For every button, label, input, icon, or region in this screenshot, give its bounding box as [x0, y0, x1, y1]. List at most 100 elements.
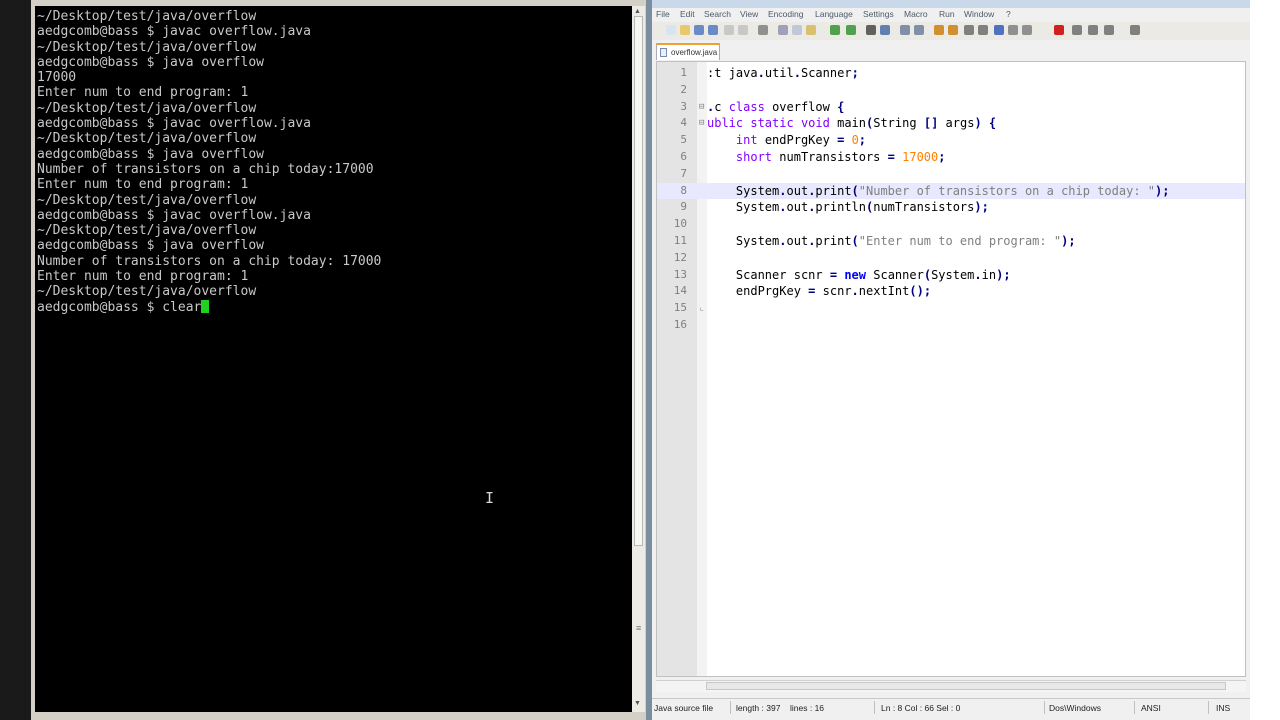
user-lang-icon[interactable] — [1008, 25, 1018, 35]
status-divider — [874, 701, 875, 714]
toolbar — [652, 22, 1250, 40]
horizontal-scroll-thumb[interactable] — [706, 682, 1226, 690]
line-number: 10 — [673, 217, 687, 231]
sync-vertical-icon[interactable] — [934, 25, 944, 35]
code-text: .c class overflow { — [707, 99, 845, 114]
print-icon[interactable] — [758, 25, 768, 35]
find-icon[interactable] — [866, 25, 876, 35]
tab-bar: overflow.java — [652, 43, 1250, 60]
line-number: 1 — [680, 66, 687, 79]
line-number: 2 — [680, 82, 687, 96]
terminal-line: Enter num to end program: 1 — [37, 85, 249, 101]
sync-horizontal-icon[interactable] — [948, 25, 958, 35]
indent-guide-icon[interactable] — [994, 25, 1004, 35]
code-text: endPrgKey = scnr.nextInt(); — [735, 284, 932, 299]
new-file-icon[interactable] — [666, 25, 676, 35]
menu-search[interactable]: Search — [704, 9, 731, 19]
menu-help[interactable]: ? — [1006, 9, 1011, 19]
menu-run[interactable]: Run — [939, 9, 955, 19]
line-number: 16 — [673, 317, 687, 331]
terminal-scrollbar[interactable]: ▲ ≡ ▼ — [632, 6, 645, 712]
terminal-window[interactable]: ~/Desktop/test/java/overflow aedgcomb@bas… — [31, 0, 646, 720]
tab-overflow-java[interactable]: overflow.java — [656, 43, 720, 60]
terminal-input[interactable]: clear — [162, 300, 201, 315]
code-editor[interactable]: 1:t java.util.Scanner; 2 3 ⊟ .c class overfl… — [656, 61, 1246, 677]
code-line[interactable]: 16 — [657, 317, 1245, 334]
redo-icon[interactable] — [846, 25, 856, 35]
zoom-in-icon[interactable] — [900, 25, 910, 35]
code-line[interactable]: 7 — [657, 166, 1245, 183]
terminal-screen[interactable]: ~/Desktop/test/java/overflow aedgcomb@bas… — [35, 6, 632, 712]
menu-view[interactable]: View — [740, 9, 758, 19]
menu-window[interactable]: Window — [964, 9, 994, 19]
terminal-line: ~/Desktop/test/java/overflow — [37, 131, 257, 147]
menu-edit[interactable]: Edit — [680, 9, 695, 19]
show-all-chars-icon[interactable] — [978, 25, 988, 35]
menu-language[interactable]: Language — [815, 9, 853, 19]
menu-settings[interactable]: Settings — [863, 9, 894, 19]
terminal-line: Enter num to end program: 1 — [37, 177, 249, 193]
stop-macro-icon[interactable] — [1072, 25, 1082, 35]
terminal-line: aedgcomb@bass $ java overflow — [37, 238, 264, 254]
record-macro-icon[interactable] — [1054, 25, 1064, 35]
editor-titlebar — [652, 0, 1250, 8]
code-line[interactable]: 11 System.out.print("Enter num to end pr… — [657, 233, 1245, 250]
code-line[interactable]: 2 — [657, 82, 1245, 99]
save-macro-icon[interactable] — [1130, 25, 1140, 35]
code-line[interactable]: 5 int endPrgKey = 0; — [657, 132, 1245, 149]
code-line[interactable]: 3 ⊟ .c class overflow { — [657, 99, 1245, 116]
close-all-icon[interactable] — [738, 25, 748, 35]
code-line[interactable]: 10 — [657, 216, 1245, 233]
save-icon[interactable] — [694, 25, 704, 35]
code-line[interactable]: 6 short numTransistors = 17000; — [657, 149, 1245, 166]
editor-window[interactable]: File Edit Search View Encoding Language Settin… — [652, 0, 1280, 720]
close-icon[interactable] — [724, 25, 734, 35]
menu-macro[interactable]: Macro — [904, 9, 928, 19]
code-line[interactable]: 12 — [657, 250, 1245, 267]
replace-icon[interactable] — [880, 25, 890, 35]
line-number: 7 — [680, 166, 687, 180]
paste-icon[interactable] — [806, 25, 816, 35]
menu-file[interactable]: File — [656, 9, 670, 19]
code-line[interactable]: 9 System.out.println(numTransistors); — [657, 199, 1245, 216]
status-file-type: Java source file — [654, 703, 714, 713]
terminal-line: Number of transistors on a chip today:17… — [37, 161, 374, 177]
undo-icon[interactable] — [830, 25, 840, 35]
terminal-line: aedgcomb@bass $ java overflow — [37, 54, 264, 70]
menu-encoding[interactable]: Encoding — [768, 9, 803, 19]
terminal-line: ~/Desktop/test/java/overflow — [37, 39, 257, 55]
code-lines: 1:t java.util.Scanner; 2 3 ⊟ .c class overfl… — [657, 65, 1245, 334]
save-all-icon[interactable] — [708, 25, 718, 35]
menu-bar: File Edit Search View Encoding Language Settin… — [652, 8, 1250, 22]
terminal-prompt-line[interactable]: aedgcomb@bass $ clear — [37, 299, 381, 315]
fold-toggle-icon[interactable]: ⊟ — [699, 99, 704, 116]
line-number: 5 — [680, 133, 687, 147]
play-macro-icon[interactable] — [1088, 25, 1098, 35]
scroll-up-icon[interactable]: ▲ — [634, 8, 641, 15]
code-line[interactable]: 15 ⌞ — [657, 300, 1245, 317]
horizontal-scrollbar[interactable] — [656, 680, 1246, 692]
terminal-scroll-thumb[interactable] — [634, 16, 643, 546]
terminal-line: ~/Desktop/test/java/overflow — [37, 9, 257, 24]
cut-icon[interactable] — [778, 25, 788, 35]
scroll-down-icon[interactable]: ▼ — [634, 700, 641, 707]
code-line[interactable]: 14 endPrgKey = scnr.nextInt(); — [657, 283, 1245, 300]
code-line[interactable]: 4 ⊟ ublic static void main(String [] args)… — [657, 115, 1245, 132]
fold-toggle-icon[interactable]: ⌞ — [699, 300, 704, 317]
zoom-out-icon[interactable] — [914, 25, 924, 35]
run-macro-icon[interactable] — [1104, 25, 1114, 35]
line-number: 11 — [673, 233, 687, 247]
status-lines: lines : 16 — [790, 703, 825, 713]
wrap-icon[interactable] — [964, 25, 974, 35]
copy-icon[interactable] — [792, 25, 802, 35]
code-line[interactable]: 13 Scanner scnr = new Scanner(System.in)… — [657, 267, 1245, 284]
code-text: System.out.println(numTransistors); — [735, 200, 989, 215]
code-line[interactable]: 1:t java.util.Scanner; — [657, 65, 1245, 82]
fold-toggle-icon[interactable]: ⊟ — [699, 115, 704, 132]
doc-map-icon[interactable] — [1022, 25, 1032, 35]
code-line[interactable]: 8 System.out.print("Number of transistor… — [657, 182, 1245, 200]
code-text: int endPrgKey = 0; — [735, 133, 867, 148]
terminal-line: 17000 — [37, 70, 77, 86]
open-file-icon[interactable] — [680, 25, 690, 35]
line-number: 3 — [680, 99, 687, 113]
